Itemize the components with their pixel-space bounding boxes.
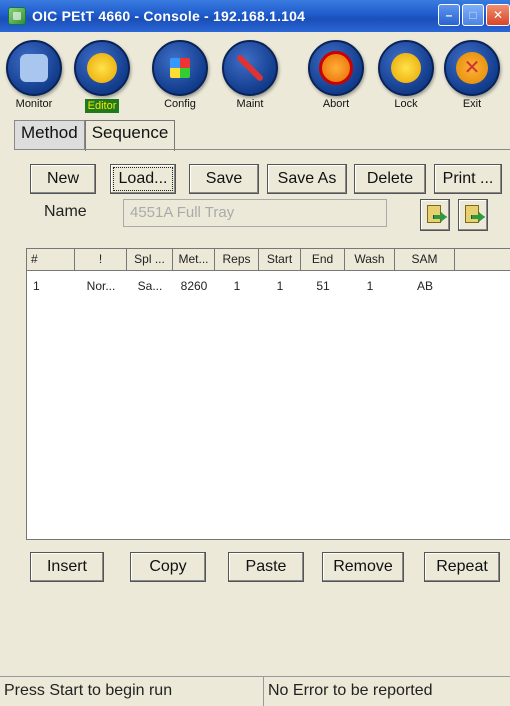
cell-end: 51 <box>316 279 330 293</box>
cell-method: 8260 <box>180 279 208 293</box>
table-header: # ! Spl ... Met... Reps Start End Wash S… <box>27 249 510 271</box>
insert-button[interactable]: Insert <box>30 552 104 582</box>
col-header-sample[interactable]: Spl ... <box>127 249 173 270</box>
col-header-start[interactable]: Start <box>259 249 301 270</box>
col-header-sam[interactable]: SAM <box>395 249 455 270</box>
paste-button[interactable]: Paste <box>228 552 304 582</box>
load-button[interactable]: Load... <box>110 164 176 194</box>
toolbar-config[interactable]: Config <box>148 40 212 110</box>
toolbar-config-label: Config <box>164 98 196 110</box>
sequence-table: # ! Spl ... Met... Reps Start End Wash S… <box>26 248 510 540</box>
col-header-method[interactable]: Met... <box>173 249 215 270</box>
table-row[interactable]: 1 Nor... Sa... 8260 1 1 51 1 AB <box>27 275 510 301</box>
window-title: OIC PEtT 4660 - Console - 192.168.1.104 <box>32 8 306 24</box>
col-header-reps[interactable]: Reps <box>215 249 259 270</box>
minimize-button[interactable]: – <box>438 4 460 26</box>
main-toolbar: Monitor Editor Config Maint Abort Lock ✕ <box>0 32 510 120</box>
error-status: No Error to be reported <box>268 682 433 699</box>
col-header-flag[interactable]: ! <box>75 249 127 270</box>
tab-strip: Method Sequence <box>14 120 176 151</box>
new-button[interactable]: New <box>30 164 96 194</box>
config-icon <box>152 40 208 96</box>
maint-icon <box>222 40 278 96</box>
toolbar-lock[interactable]: Lock <box>374 40 438 110</box>
col-header-wash[interactable]: Wash <box>345 249 395 270</box>
export-button[interactable] <box>458 199 488 231</box>
save-as-button[interactable]: Save As <box>267 164 347 194</box>
title-bar: OIC PEtT 4660 - Console - 192.168.1.104 … <box>0 0 510 32</box>
repeat-button[interactable]: Repeat <box>424 552 500 582</box>
copy-button[interactable]: Copy <box>130 552 206 582</box>
cell-start: 1 <box>276 279 284 293</box>
toolbar-abort[interactable]: Abort <box>304 40 368 110</box>
toolbar-exit-label: Exit <box>462 98 482 110</box>
document-icon <box>427 205 441 223</box>
cell-sample: Sa... <box>137 279 163 293</box>
status-bar: Press Start to begin run No Error to be … <box>0 676 510 706</box>
cell-reps: 1 <box>233 279 241 293</box>
editor-icon <box>74 40 130 96</box>
exit-icon: ✕ <box>444 40 500 96</box>
close-button[interactable]: ✕ <box>486 4 510 26</box>
cell-sam: AB <box>416 279 433 293</box>
status-message: Press Start to begin run <box>0 677 264 706</box>
delete-button[interactable]: Delete <box>354 164 426 194</box>
cell-number: 1 <box>33 279 40 293</box>
name-label: Name <box>44 203 87 220</box>
cell-flag: Nor... <box>86 279 116 293</box>
monitor-icon <box>6 40 62 96</box>
toolbar-exit[interactable]: ✕ Exit <box>440 40 504 110</box>
toolbar-monitor[interactable]: Monitor <box>2 40 66 110</box>
maximize-button[interactable]: □ <box>462 4 484 26</box>
document-icon <box>465 205 479 223</box>
toolbar-monitor-label: Monitor <box>15 98 53 110</box>
tab-divider <box>14 149 510 150</box>
toolbar-abort-label: Abort <box>322 98 350 110</box>
print-button[interactable]: Print ... <box>434 164 502 194</box>
lock-icon <box>378 40 434 96</box>
col-header-number[interactable]: # <box>27 249 75 270</box>
toolbar-maint-label: Maint <box>236 98 264 110</box>
cell-wash: 1 <box>366 279 374 293</box>
tab-sequence[interactable]: Sequence <box>84 120 176 151</box>
import-button[interactable] <box>420 199 450 231</box>
remove-button[interactable]: Remove <box>322 552 404 582</box>
app-icon <box>8 7 26 25</box>
window-controls: – □ ✕ <box>438 4 510 26</box>
toolbar-maint[interactable]: Maint <box>218 40 282 110</box>
tab-method[interactable]: Method <box>14 120 85 150</box>
name-field[interactable]: 4551A Full Tray <box>123 199 387 227</box>
abort-icon <box>308 40 364 96</box>
toolbar-lock-label: Lock <box>394 98 418 110</box>
col-header-end[interactable]: End <box>301 249 345 270</box>
toolbar-editor-label: Editor <box>84 99 120 113</box>
save-button[interactable]: Save <box>189 164 259 194</box>
toolbar-editor[interactable]: Editor <box>70 40 134 113</box>
